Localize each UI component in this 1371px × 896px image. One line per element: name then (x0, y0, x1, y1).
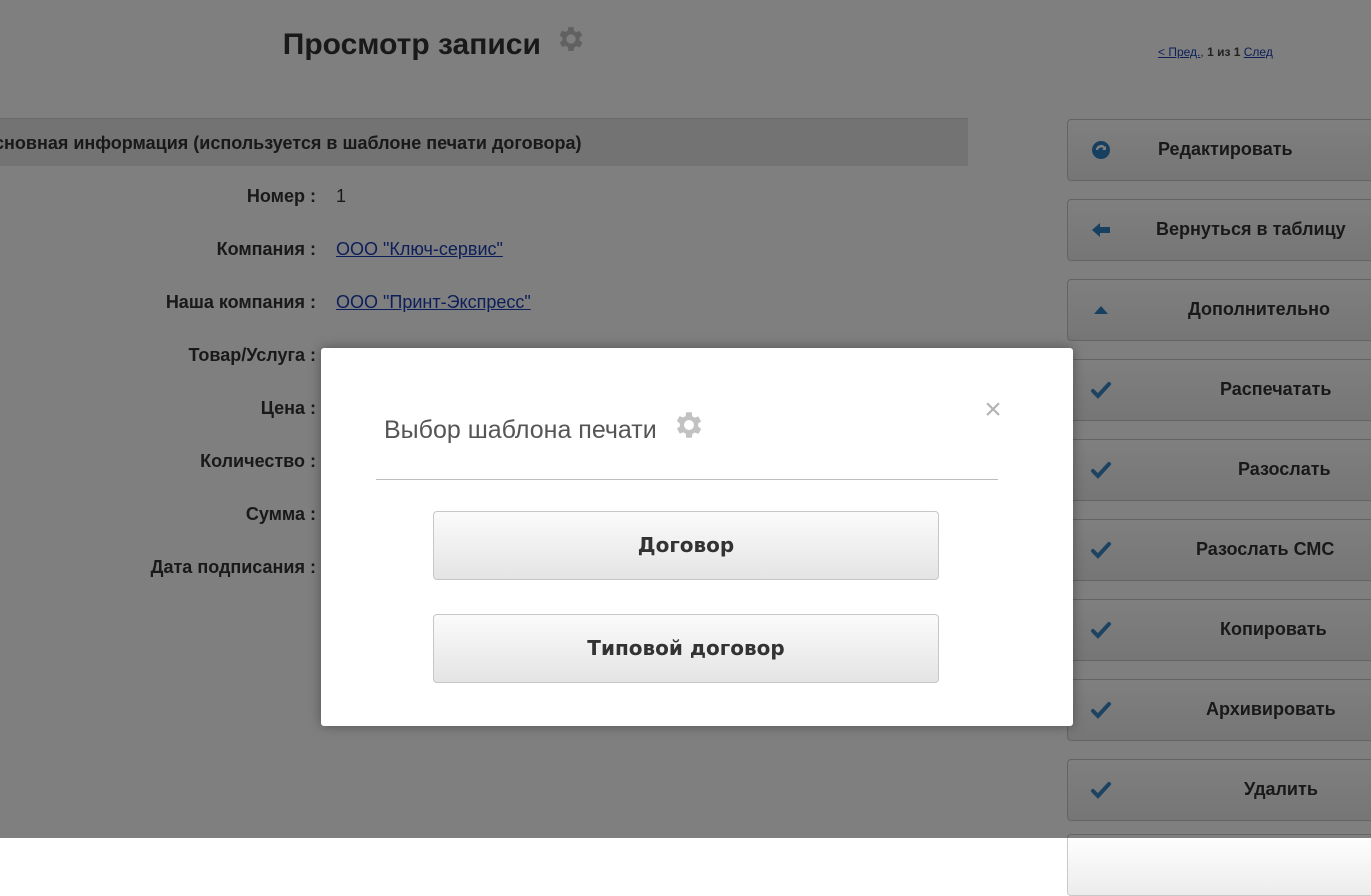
template-contract-button[interactable]: Договор (433, 511, 939, 580)
modal-title-row: Выбор шаблона печати (384, 412, 706, 449)
sidebar-next-button-edge[interactable] (1067, 834, 1371, 896)
print-template-dialog: Выбор шаблона печати × Договор Типовой д… (321, 348, 1073, 726)
template-standard-contract-button[interactable]: Типовой договор (433, 614, 939, 683)
modal-title: Выбор шаблона печати (384, 416, 657, 445)
modal-divider (376, 479, 998, 480)
close-icon[interactable]: × (981, 395, 1005, 425)
gear-icon[interactable] (672, 408, 706, 449)
